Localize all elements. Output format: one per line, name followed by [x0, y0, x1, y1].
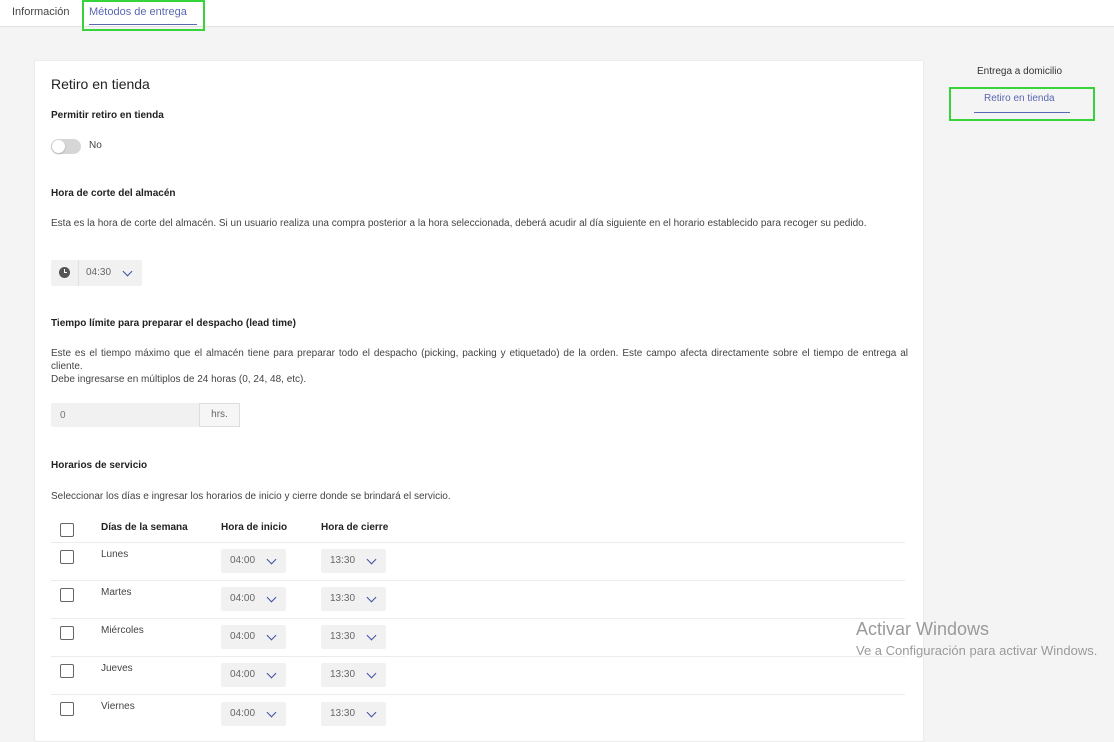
chevron-down-icon: [366, 554, 377, 565]
lead-label: Tiempo límite para preparar el despacho …: [51, 318, 296, 329]
cut-time-value: 04:30: [86, 267, 112, 278]
end-time-value: 13:30: [330, 555, 356, 566]
start-time-select[interactable]: 04:00: [221, 625, 286, 649]
table-row: Jueves 04:00 13:30: [51, 656, 905, 695]
corte-label: Hora de corte del almacén: [51, 188, 176, 199]
chevron-down-icon: [122, 266, 133, 277]
start-time-select[interactable]: 04:00: [221, 702, 286, 726]
start-time-value: 04:00: [230, 631, 256, 642]
end-time-value: 13:30: [330, 593, 356, 604]
permitir-toggle[interactable]: [51, 139, 81, 154]
day-checkbox[interactable]: [60, 626, 74, 640]
select-all-checkbox[interactable]: [60, 523, 74, 537]
table-row: Lunes 04:00 13:30: [51, 542, 905, 581]
day-label: Miércoles: [101, 625, 144, 636]
tab-informacion[interactable]: Información: [12, 6, 69, 18]
horarios-label: Horarios de servicio: [51, 460, 148, 471]
store-pickup-card: Retiro en tienda Permitir retiro en tien…: [34, 60, 924, 742]
end-time-select[interactable]: 13:30: [321, 587, 386, 611]
clock-icon-box: [51, 260, 79, 286]
table-row: Viernes 04:00 13:30: [51, 694, 905, 733]
day-label: Lunes: [101, 549, 129, 560]
lead-description: Este es el tiempo máximo que el almacén …: [51, 348, 908, 372]
cut-time-select[interactable]: 04:30: [51, 260, 142, 286]
end-time-select[interactable]: 13:30: [321, 663, 386, 687]
windows-watermark-subtitle: Ve a Configuración para activar Windows.: [856, 643, 1098, 658]
end-time-value: 13:30: [330, 669, 356, 680]
day-checkbox[interactable]: [60, 664, 74, 678]
chevron-down-icon: [266, 630, 277, 641]
section-title: Retiro en tienda: [51, 76, 150, 92]
end-time-select[interactable]: 13:30: [321, 625, 386, 649]
highlight-box-sidenav: [949, 87, 1095, 121]
start-time-select[interactable]: 04:00: [221, 587, 286, 611]
start-time-value: 04:00: [230, 593, 256, 604]
chevron-down-icon: [366, 630, 377, 641]
col-inicio: Hora de inicio: [221, 522, 288, 533]
windows-watermark-title: Activar Windows: [856, 619, 990, 639]
chevron-down-icon: [366, 592, 377, 603]
chevron-down-icon: [266, 668, 277, 679]
clock-icon: [59, 267, 70, 278]
permitir-label: Permitir retiro en tienda: [51, 110, 164, 121]
day-label: Martes: [101, 587, 132, 598]
lead-note: Debe ingresarse en múltiplos de 24 horas…: [51, 374, 307, 385]
day-checkbox[interactable]: [60, 550, 74, 564]
lead-time-input[interactable]: [51, 403, 199, 427]
col-cierre: Hora de cierre: [321, 522, 389, 533]
table-row: Miércoles 04:00 13:30: [51, 618, 905, 657]
day-label: Jueves: [101, 663, 133, 674]
start-time-select[interactable]: 04:00: [221, 549, 286, 573]
chevron-down-icon: [266, 554, 277, 565]
chevron-down-icon: [366, 668, 377, 679]
horarios-description: Seleccionar los días e ingresar los hora…: [51, 491, 451, 502]
start-time-value: 04:00: [230, 555, 256, 566]
chevron-down-icon: [266, 707, 277, 718]
day-checkbox[interactable]: [60, 702, 74, 716]
day-label: Viernes: [101, 701, 135, 712]
lead-unit-addon: hrs.: [199, 403, 240, 427]
col-dias: Días de la semana: [101, 522, 188, 533]
day-checkbox[interactable]: [60, 588, 74, 602]
toggle-value-label: No: [89, 140, 102, 151]
start-time-value: 04:00: [230, 669, 256, 680]
end-time-select[interactable]: 13:30: [321, 702, 386, 726]
start-time-select[interactable]: 04:00: [221, 663, 286, 687]
start-time-value: 04:00: [230, 708, 256, 719]
chevron-down-icon: [266, 592, 277, 603]
end-time-value: 13:30: [330, 708, 356, 719]
chevron-down-icon: [366, 707, 377, 718]
table-row: Martes 04:00 13:30: [51, 580, 905, 619]
sidenav-entrega-domicilio[interactable]: Entrega a domicilio: [977, 66, 1062, 77]
corte-description: Esta es la hora de corte del almacén. Si…: [51, 218, 867, 229]
highlight-box-tab: [82, 0, 205, 31]
end-time-select[interactable]: 13:30: [321, 549, 386, 573]
end-time-value: 13:30: [330, 631, 356, 642]
